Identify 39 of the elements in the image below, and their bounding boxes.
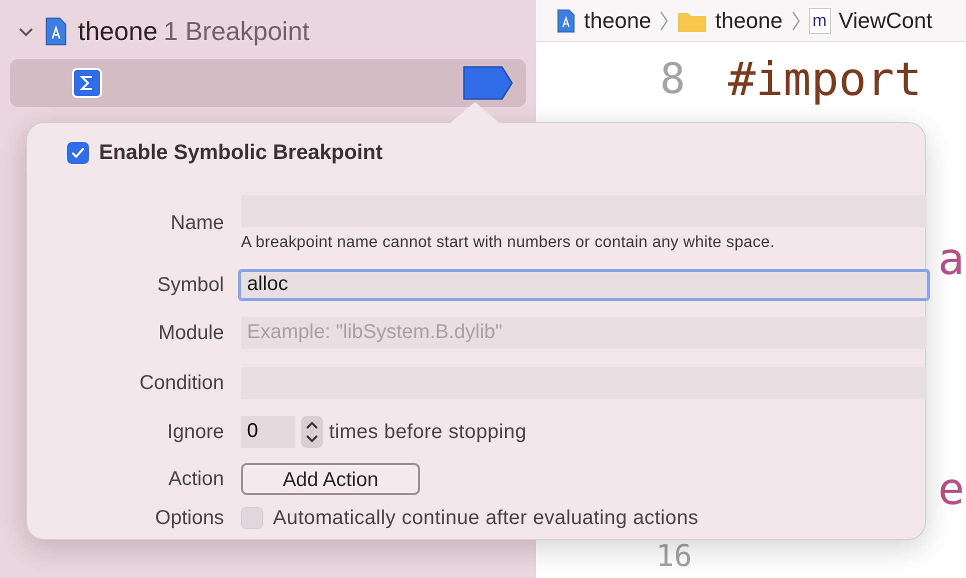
text-field[interactable]: alloc <box>238 268 930 300</box>
project-file-icon <box>44 17 68 46</box>
field-label: Ignore <box>166 420 224 444</box>
chevron-icon[interactable] <box>18 26 34 38</box>
field-label: Symbol <box>156 272 224 298</box>
breadcrumb[interactable]: theone <box>584 4 652 37</box>
file-icon: m <box>808 8 831 34</box>
checkmark-icon <box>71 146 85 160</box>
line-number: 16 <box>656 542 692 572</box>
text-field[interactable] <box>241 366 927 398</box>
breakpoint-count: 1 Breakpoint <box>164 15 310 48</box>
field-label: Action <box>167 466 224 492</box>
separator-icon <box>659 10 670 32</box>
breadcrumb[interactable]: ViewCont <box>838 4 932 37</box>
breakpoint-tag-icon[interactable] <box>462 65 514 101</box>
project-file-icon <box>556 8 576 32</box>
field-label: Module <box>157 320 224 346</box>
text-field[interactable]: Example: "libSystem.B.dylib" <box>241 316 927 348</box>
separator-icon <box>790 10 801 32</box>
stepper-icon[interactable] <box>301 416 323 448</box>
code-text: e <box>938 468 964 512</box>
add-action-button[interactable]: Add Action <box>241 462 420 494</box>
enable-label: Enable Symbolic Breakpoint <box>99 140 383 166</box>
option-label: Automatically continue after evaluating actions <box>273 506 698 530</box>
number-field[interactable]: 0 <box>241 416 295 448</box>
field-label: Condition <box>138 370 224 396</box>
hint-text: A breakpoint name cannot start with numbers or contain any white space. <box>241 232 776 252</box>
field-label: Options <box>154 506 224 530</box>
field-label: Name <box>170 210 224 236</box>
sigma-icon <box>72 68 102 98</box>
checkbox[interactable] <box>241 506 263 528</box>
breadcrumb[interactable]: theone <box>715 4 783 37</box>
checkbox[interactable] <box>67 142 89 164</box>
text-field[interactable] <box>241 194 927 226</box>
code-text: a <box>938 238 964 282</box>
breakpoint-row[interactable] <box>10 59 526 107</box>
suffix-text: times before stopping <box>329 420 527 444</box>
line-number: 8 <box>660 58 686 100</box>
project-name: theone <box>78 15 158 48</box>
